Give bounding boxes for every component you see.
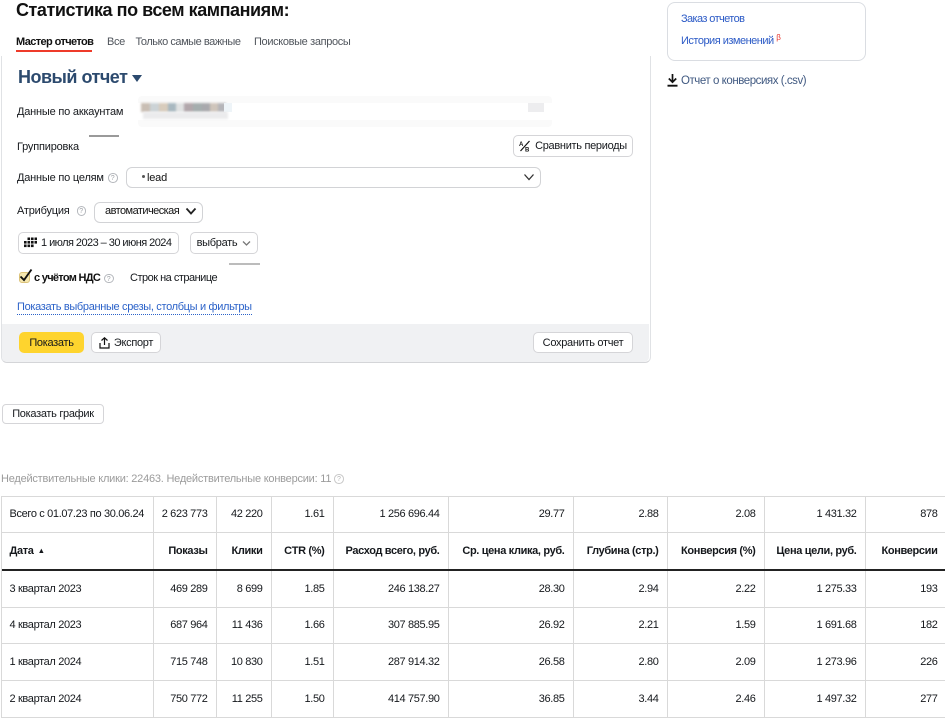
svg-text:B: B bbox=[525, 148, 530, 153]
